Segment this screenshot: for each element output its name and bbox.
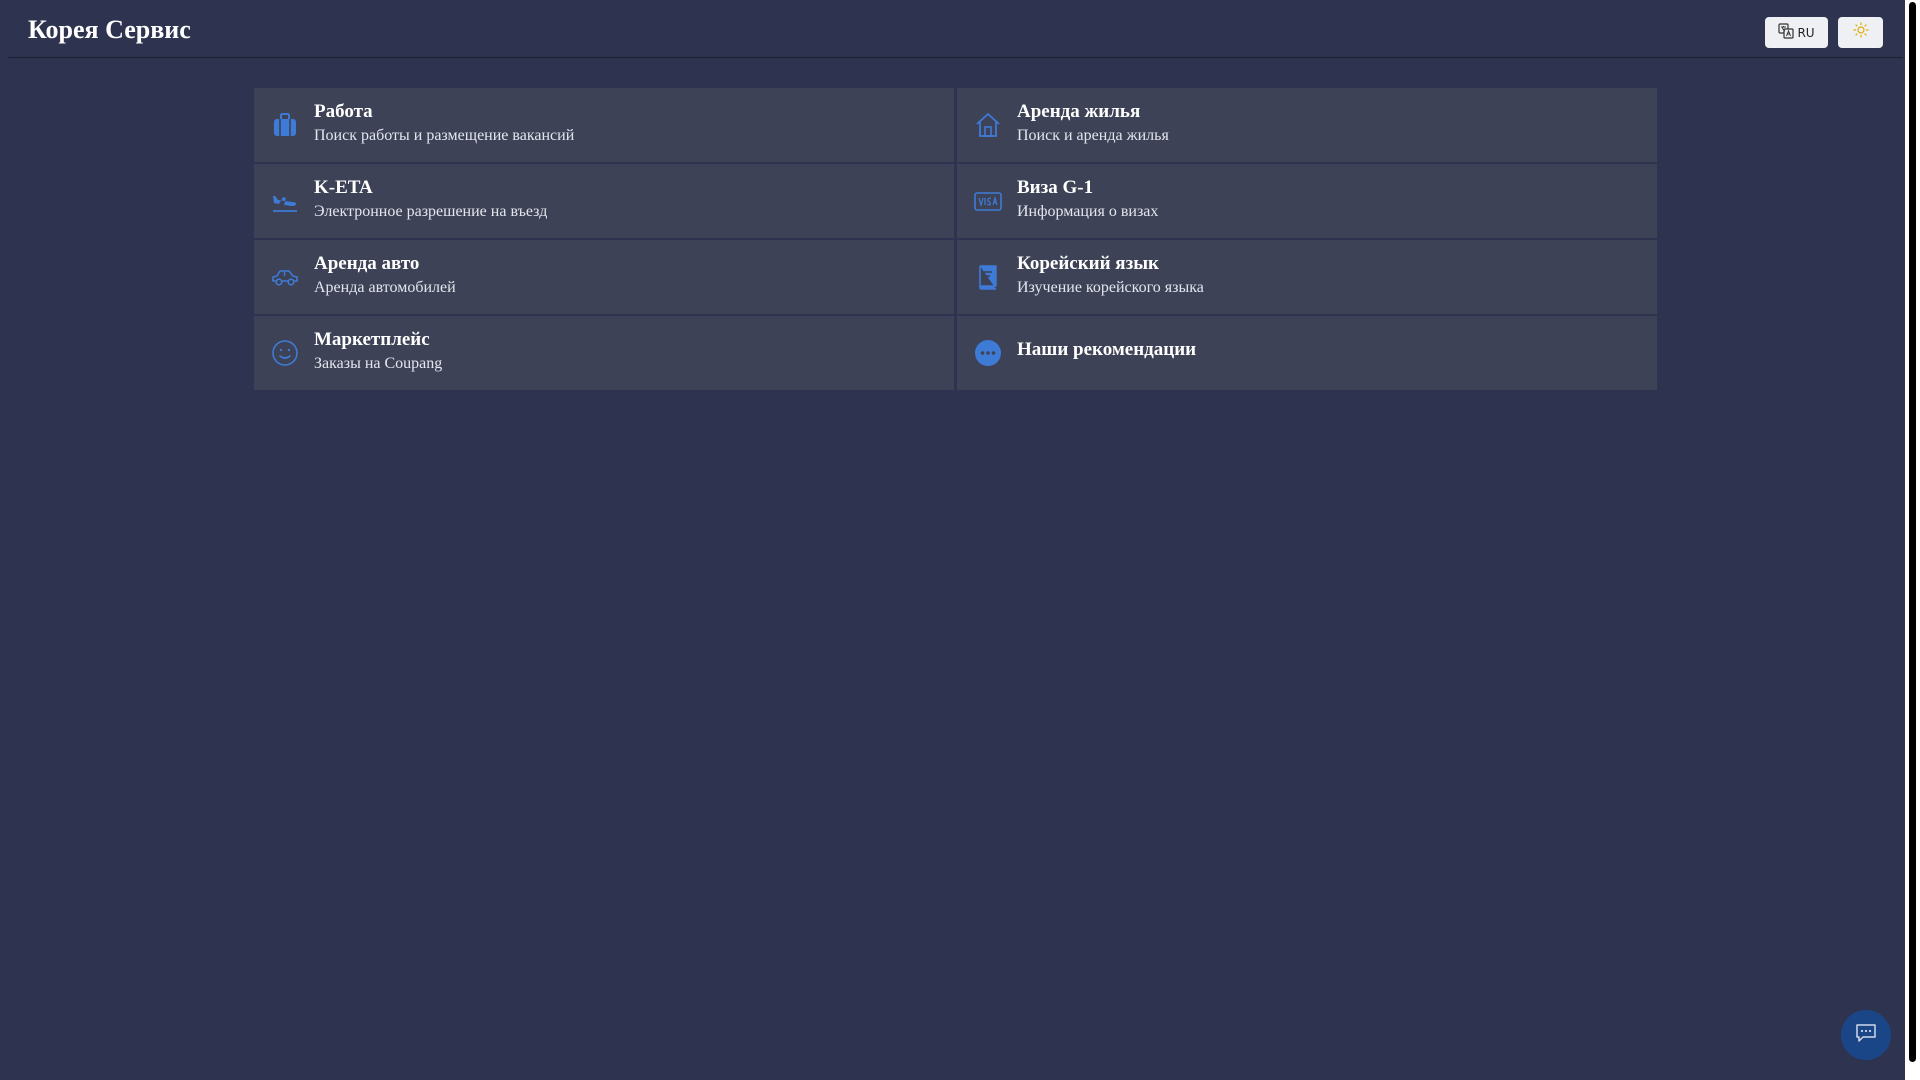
service-subtitle: Аренда автомобилей: [314, 279, 456, 296]
header: Корея Сервис RU: [8, 0, 1903, 58]
sun-icon: [1852, 22, 1869, 43]
service-card-korean-language[interactable]: Корейский язык Изучение корейского языка: [957, 240, 1657, 314]
airplane-icon: [270, 186, 300, 216]
service-subtitle: Электронное разрешение на въезд: [314, 203, 548, 220]
service-card-keta[interactable]: K-ETA Электронное разрешение на въезд: [254, 164, 954, 238]
service-title: Аренда авто: [314, 253, 420, 274]
service-title: K-ETA: [314, 177, 373, 198]
house-icon: [973, 110, 1003, 140]
car-icon: [270, 262, 300, 292]
service-card-marketplace[interactable]: Маркетплейс Заказы на Coupang: [254, 316, 954, 390]
service-title: Наши рекомендации: [1017, 339, 1197, 360]
translate-icon: [1778, 23, 1795, 42]
book-icon: [973, 262, 1003, 292]
service-title: Работа: [314, 101, 373, 122]
service-subtitle: Информация о визах: [1017, 203, 1159, 220]
service-card-recommendations[interactable]: Наши рекомендации: [957, 316, 1657, 390]
chat-button[interactable]: [1841, 1010, 1891, 1060]
service-title: Аренда жилья: [1017, 101, 1141, 122]
service-card-visa[interactable]: Виза G-1 Информация о визах: [957, 164, 1657, 238]
visa-card-icon: [973, 186, 1003, 216]
service-subtitle: Изучение корейского языка: [1017, 279, 1204, 296]
chat-bubble-icon: [1854, 1021, 1878, 1050]
service-card-work[interactable]: Работа Поиск работы и размещение ваканси…: [254, 88, 954, 162]
smiley-icon: [270, 338, 300, 368]
page: Корея Сервис RU Работа Поиск работы и ра…: [0, 0, 1920, 1080]
scrollbar[interactable]: [1905, 0, 1920, 1080]
service-title: Корейский язык: [1017, 253, 1159, 274]
service-subtitle: Поиск и аренда жилья: [1017, 127, 1169, 144]
service-title: Виза G-1: [1017, 177, 1094, 198]
language-label: RU: [1797, 25, 1815, 40]
service-subtitle: Поиск работы и размещение вакансий: [314, 127, 575, 144]
service-title: Маркетплейс: [314, 329, 430, 350]
scrollbar-thumb[interactable]: [1909, 2, 1916, 1062]
language-button[interactable]: RU: [1765, 17, 1828, 48]
briefcase-icon: [270, 110, 300, 140]
app-title: Корея Сервис: [28, 15, 191, 44]
more-dots-icon: [973, 338, 1003, 368]
theme-toggle-button[interactable]: [1838, 17, 1883, 48]
services-grid: Работа Поиск работы и размещение ваканси…: [254, 88, 1657, 390]
service-subtitle: Заказы на Coupang: [314, 355, 443, 372]
service-card-car-rental[interactable]: Аренда авто Аренда автомобилей: [254, 240, 954, 314]
service-card-housing[interactable]: Аренда жилья Поиск и аренда жилья: [957, 88, 1657, 162]
